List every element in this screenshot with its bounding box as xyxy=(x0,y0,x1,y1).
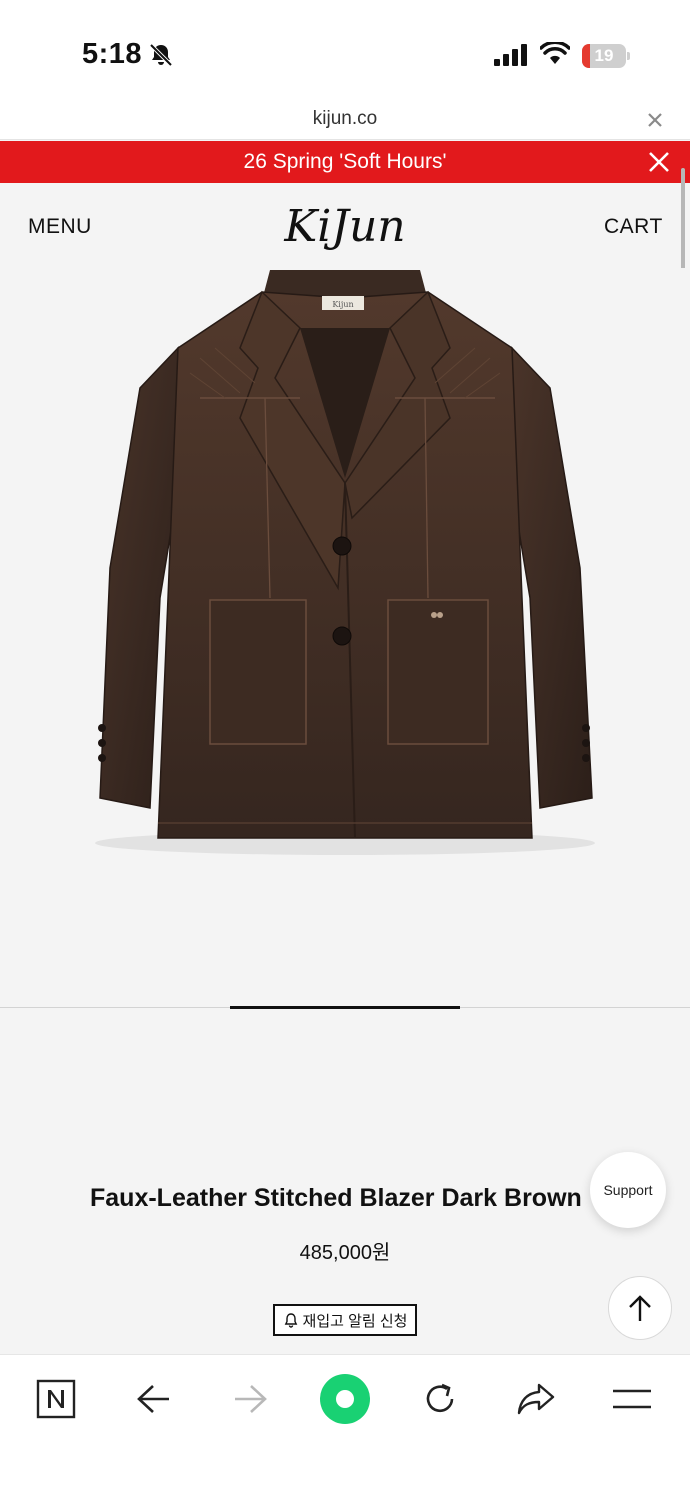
share-button[interactable] xyxy=(512,1375,560,1423)
cart-link[interactable]: CART xyxy=(604,215,663,239)
back-button[interactable] xyxy=(130,1375,178,1423)
url-text[interactable]: kijun.co xyxy=(0,108,690,130)
back-arrow-icon xyxy=(137,1385,169,1413)
support-button[interactable]: Support xyxy=(590,1152,666,1228)
scrollbar-thumb[interactable] xyxy=(681,168,685,280)
naver-home-button[interactable] xyxy=(32,1375,80,1423)
share-icon xyxy=(517,1383,555,1415)
cellular-signal-icon xyxy=(494,44,527,66)
close-icon[interactable] xyxy=(644,109,666,131)
naver-n-icon xyxy=(36,1379,76,1419)
product-price: 485,000원 xyxy=(299,1242,391,1264)
wifi-icon xyxy=(540,42,570,64)
home-indicator xyxy=(276,1487,414,1492)
forward-arrow-icon xyxy=(235,1385,267,1413)
forward-button[interactable] xyxy=(226,1375,274,1423)
scroll-top-button[interactable] xyxy=(608,1276,672,1340)
reload-icon xyxy=(426,1383,454,1413)
browser-toolbar xyxy=(0,1354,690,1500)
logo-text: KiJun xyxy=(283,201,405,252)
reload-button[interactable] xyxy=(416,1375,464,1423)
promo-banner[interactable]: 26 Spring 'Soft Hours' xyxy=(0,141,690,183)
status-bar: 5:18 19 xyxy=(0,0,690,100)
green-dot-icon xyxy=(320,1374,370,1424)
svg-text:Kijun: Kijun xyxy=(332,300,353,309)
green-dot-button[interactable] xyxy=(318,1374,372,1424)
kijun-logo[interactable]: KiJun xyxy=(270,195,420,257)
url-bar[interactable]: kijun.co xyxy=(0,100,690,140)
site-header: MENU KiJun CART xyxy=(0,183,690,271)
battery-icon: 19 xyxy=(582,44,630,68)
hamburger-menu-icon xyxy=(613,1389,651,1409)
product-image[interactable]: Kijun xyxy=(0,268,690,1008)
restock-notify-button[interactable]: 재입고 알림 신청 xyxy=(273,1304,417,1336)
blazer-illustration: Kijun xyxy=(95,270,595,855)
arrow-up-icon xyxy=(629,1295,651,1321)
bell-icon xyxy=(284,1313,297,1328)
banner-text[interactable]: 26 Spring 'Soft Hours' xyxy=(0,150,690,174)
banner-close-icon[interactable] xyxy=(646,149,672,175)
menu-button[interactable] xyxy=(608,1375,656,1423)
restock-label: 재입고 알림 신청 xyxy=(302,1312,408,1330)
gallery-progress-indicator xyxy=(230,1006,460,1009)
status-time: 5:18 xyxy=(82,38,143,70)
bell-slash-icon xyxy=(149,43,173,67)
menu-link[interactable]: MENU xyxy=(28,215,92,239)
battery-level: 19 xyxy=(594,46,614,65)
